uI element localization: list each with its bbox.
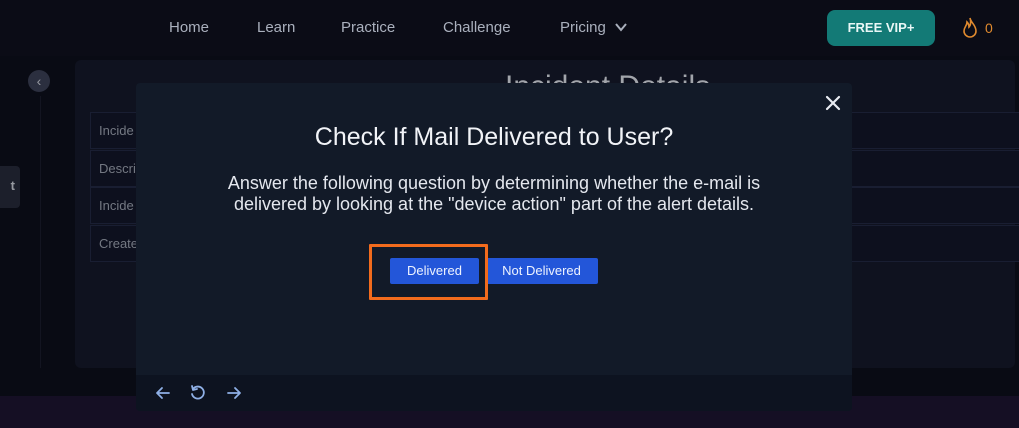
modal-question-text: Answer the following question by determi…: [227, 173, 761, 214]
nav-challenge[interactable]: Challenge: [443, 19, 511, 36]
streak-count: 0: [985, 20, 993, 36]
rotate-ccw-icon[interactable]: [189, 384, 207, 402]
free-vip-button[interactable]: FREE VIP+: [827, 10, 935, 46]
not-delivered-button[interactable]: Not Delivered: [485, 258, 598, 284]
nav-home[interactable]: Home: [169, 19, 209, 36]
nav-practice[interactable]: Practice: [341, 19, 395, 36]
selected-option-highlight: [369, 244, 488, 300]
nav-learn[interactable]: Learn: [257, 19, 295, 36]
chevron-down-icon: [615, 23, 627, 32]
nav-pricing[interactable]: Pricing: [560, 19, 628, 36]
modal-title: Check If Mail Delivered to User?: [314, 123, 674, 151]
arrow-right-icon[interactable]: [225, 384, 243, 402]
close-icon[interactable]: [822, 92, 844, 114]
question-modal: Check If Mail Delivered to User? Answer …: [136, 83, 852, 411]
nav-pricing-label: Pricing: [560, 19, 606, 36]
arrow-left-icon[interactable]: [154, 384, 172, 402]
flame-icon: [963, 17, 977, 38]
top-navigation: Home Learn Practice Challenge Pricing FR…: [0, 0, 1019, 56]
modal-footer: [136, 375, 852, 411]
